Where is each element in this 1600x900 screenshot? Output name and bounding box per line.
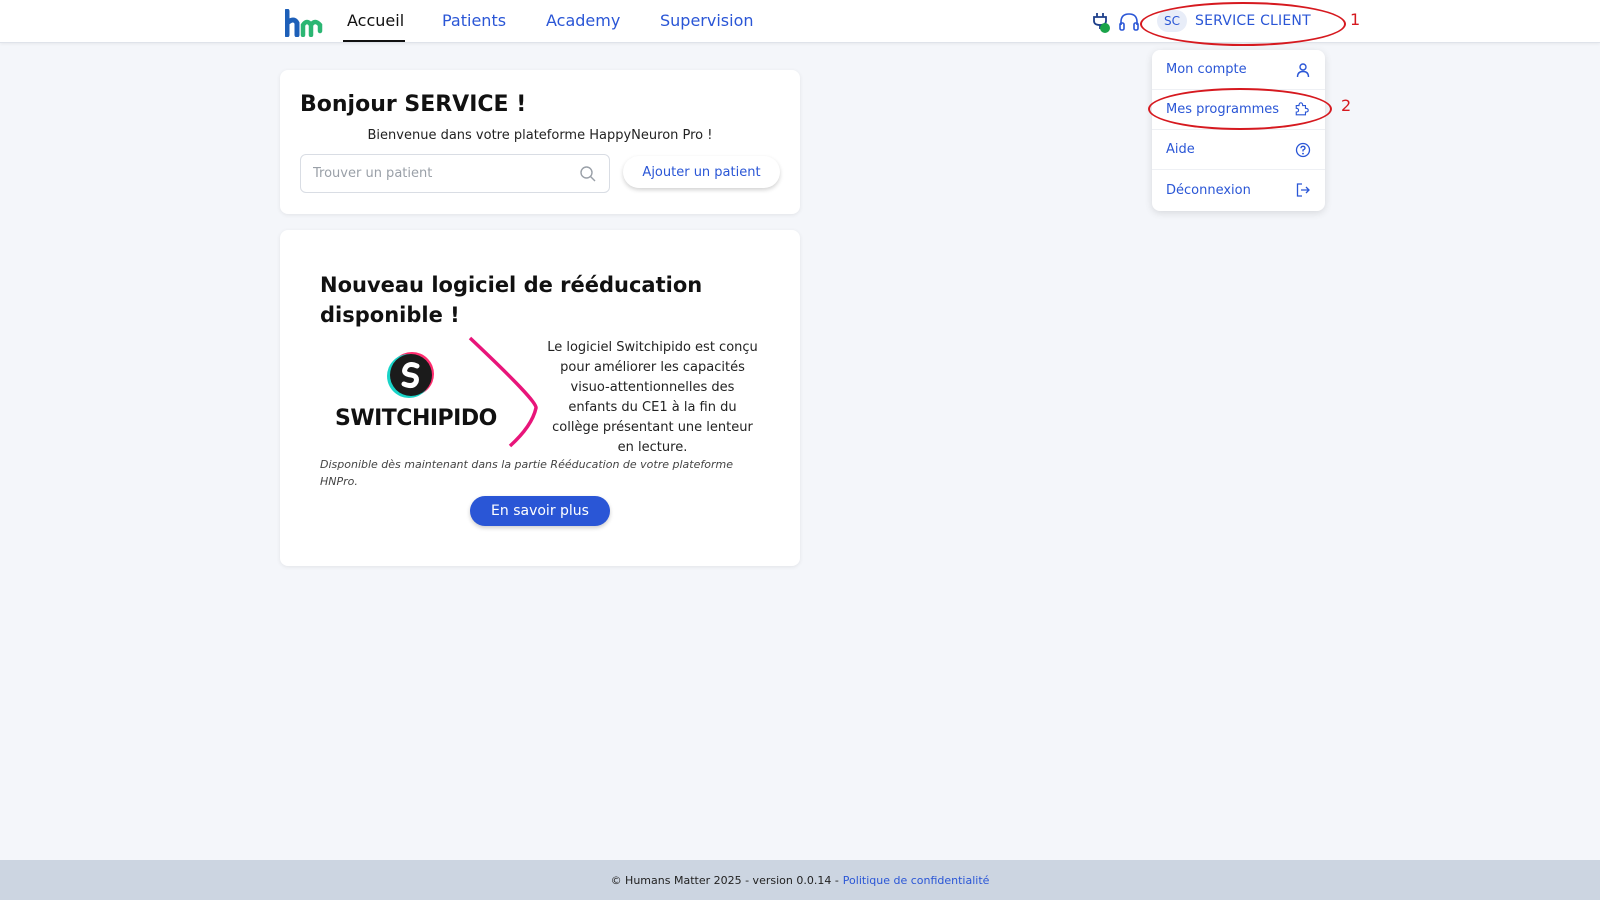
privacy-policy-link[interactable]: Politique de confidentialité: [843, 874, 990, 887]
patient-search-input[interactable]: [313, 166, 553, 181]
patient-search-box[interactable]: [300, 154, 610, 193]
active-tab-indicator: [343, 40, 405, 42]
promo-card: Nouveau logiciel de rééducation disponib…: [280, 230, 800, 566]
menu-item-label: Mon compte: [1166, 62, 1247, 77]
nav-tab-academy[interactable]: Academy: [546, 11, 620, 30]
footer: © Humans Matter 2025 - version 0.0.14 - …: [0, 860, 1600, 900]
nav-tab-patients[interactable]: Patients: [442, 11, 506, 30]
annotation-circle-user-menu: [1140, 2, 1346, 46]
pink-decorative-curve: [468, 336, 538, 448]
greeting-title: Bonjour SERVICE !: [300, 92, 527, 117]
learn-more-button[interactable]: En savoir plus: [470, 496, 610, 526]
menu-item-aide[interactable]: Aide: [1152, 130, 1325, 170]
annotation-number-2: 2: [1341, 96, 1352, 115]
welcome-card: Bonjour SERVICE ! Bienvenue dans votre p…: [280, 70, 800, 214]
user-icon: [1296, 62, 1310, 77]
annotation-circle-mes-programmes: [1148, 88, 1332, 130]
menu-item-label: Aide: [1166, 142, 1195, 157]
logout-icon: [1296, 183, 1310, 197]
promo-title: Nouveau logiciel de rééducation disponib…: [320, 273, 703, 327]
promo-description: Le logiciel Switchipido est conçu pour a…: [547, 340, 758, 455]
menu-item-deconnexion[interactable]: Déconnexion: [1152, 170, 1325, 210]
add-patient-button[interactable]: Ajouter un patient: [623, 156, 780, 188]
search-icon[interactable]: [579, 165, 597, 183]
nav-tab-accueil[interactable]: Accueil: [347, 11, 404, 30]
plug-status-icon[interactable]: [1091, 11, 1111, 33]
nav-tab-supervision[interactable]: Supervision: [660, 11, 754, 30]
user-dropdown-menu: Mon compte Mes programmes Aide Déconnexi…: [1152, 50, 1325, 211]
menu-item-mon-compte[interactable]: Mon compte: [1152, 50, 1325, 90]
hm-logo-icon[interactable]: [285, 9, 323, 37]
help-icon: [1295, 142, 1311, 157]
promo-availability-note: Disponible dès maintenant dans la partie…: [320, 458, 733, 488]
welcome-text: Bienvenue dans votre plateforme HappyNeu…: [367, 128, 713, 143]
menu-item-label: Déconnexion: [1166, 182, 1251, 198]
annotation-number-1: 1: [1350, 10, 1361, 29]
footer-copyright: © Humans Matter 2025 - version 0.0.14 -: [610, 873, 839, 887]
switchipido-logo-icon: [387, 352, 434, 398]
headset-icon[interactable]: [1118, 11, 1140, 33]
